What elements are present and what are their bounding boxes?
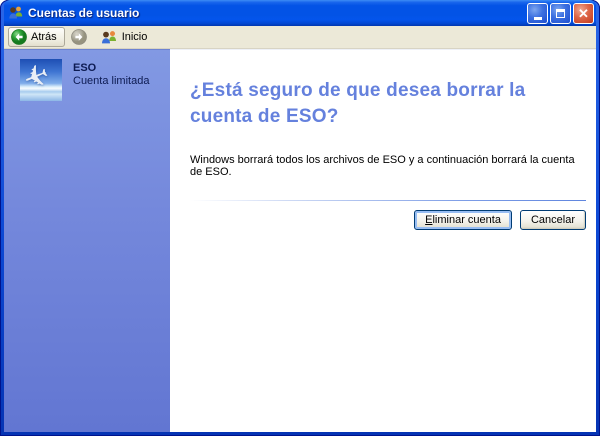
account-type: Cuenta limitada — [73, 75, 150, 87]
forward-button[interactable] — [70, 29, 87, 45]
user-accounts-icon — [9, 6, 23, 19]
cancel-button[interactable]: Cancelar — [519, 210, 586, 230]
home-label: Inicio — [121, 31, 148, 43]
airplane-glyph: ✈ — [20, 59, 55, 98]
delete-label-rest: liminar cuenta — [432, 214, 501, 226]
minimize-icon — [533, 16, 542, 20]
back-label: Atrás — [31, 31, 57, 43]
back-button[interactable]: Atrás — [8, 27, 65, 47]
navigation-toolbar: Atrás Inicio — [4, 26, 596, 49]
confirmation-text: Windows borrará todos los archivos de ES… — [190, 154, 575, 178]
window-title: Cuentas de usuario — [28, 6, 140, 20]
sidebar: ✈ ESO Cuenta limitada — [4, 49, 170, 432]
home-users-icon — [101, 30, 116, 43]
home-button[interactable]: Inicio — [101, 30, 148, 45]
button-row: Eliminar cuenta Cancelar — [190, 210, 586, 230]
user-accounts-window: Cuentas de usuario ✕ Atrás Inicio ✈ ESO … — [0, 0, 600, 436]
forward-arrow-icon — [70, 29, 87, 45]
user-picture-airplane-icon: ✈ — [20, 59, 62, 101]
close-icon: ✕ — [578, 5, 589, 21]
account-name: ESO — [73, 62, 97, 74]
maximize-button[interactable] — [550, 2, 571, 24]
minimize-button[interactable] — [527, 2, 548, 24]
close-button[interactable]: ✕ — [573, 2, 594, 24]
title-bar[interactable]: Cuentas de usuario ✕ — [4, 0, 596, 26]
main-pane: ¿Está seguro de que desea borrar la cuen… — [170, 49, 596, 432]
account-tile: ✈ ESO Cuenta limitada — [20, 59, 170, 101]
divider — [190, 200, 586, 201]
maximize-icon — [556, 8, 565, 18]
content-area: ✈ ESO Cuenta limitada ¿Está seguro de qu… — [4, 49, 596, 432]
page-title: ¿Está seguro de que desea borrar la cuen… — [190, 80, 526, 127]
back-arrow-icon — [11, 29, 27, 45]
delete-account-button[interactable]: Eliminar cuenta — [414, 210, 512, 230]
